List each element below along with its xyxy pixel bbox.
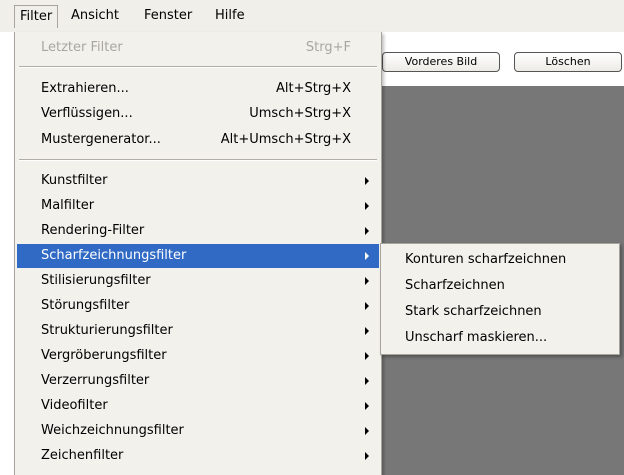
menu-item-verfluessigen[interactable]: Verflüssigen... Umsch+Strg+X [17, 102, 379, 126]
submenu-item-konturen-scharfzeichnen[interactable]: Konturen scharfzeichnen [383, 247, 617, 272]
sharpen-submenu: Konturen scharfzeichnen Scharfzeichnen S… [380, 243, 620, 355]
menu-item-rendering-filter[interactable]: Rendering-Filter [17, 219, 379, 243]
submenu-arrow-icon [365, 252, 369, 260]
menu-bar: Filter Ansicht Fenster Hilfe [0, 0, 624, 32]
submenu-item-stark-scharfzeichnen[interactable]: Stark scharfzeichnen [383, 299, 617, 324]
menu-item-vergroeberungsfilter[interactable]: Vergröberungsfilter [17, 344, 379, 368]
menu-item-malfilter[interactable]: Malfilter [17, 194, 379, 218]
submenu-arrow-icon [365, 352, 369, 360]
menu-item-zeichenfilter[interactable]: Zeichenfilter [17, 444, 379, 468]
menu-filter[interactable]: Filter [14, 5, 59, 28]
menu-item-strukturierungsfilter[interactable]: Strukturierungsfilter [17, 319, 379, 343]
submenu-arrow-icon [365, 377, 369, 385]
submenu-arrow-icon [365, 402, 369, 410]
menu-item-scharfzeichnungsfilter[interactable]: Scharfzeichnungsfilter [17, 244, 379, 268]
delete-button[interactable]: Löschen [514, 52, 622, 72]
submenu-item-scharfzeichnen[interactable]: Scharfzeichnen [383, 273, 617, 298]
submenu-arrow-icon [365, 202, 369, 210]
menu-ansicht[interactable]: Ansicht [66, 6, 124, 26]
submenu-arrow-icon [365, 277, 369, 285]
submenu-item-unscharf-maskieren[interactable]: Unscharf maskieren... [383, 325, 617, 350]
menu-item-extrahieren[interactable]: Extrahieren... Alt+Strg+X [17, 77, 379, 101]
submenu-arrow-icon [365, 177, 369, 185]
menu-item-mustergenerator[interactable]: Mustergenerator... Alt+Umsch+Strg+X [17, 128, 379, 152]
menu-item-kunstfilter[interactable]: Kunstfilter [17, 169, 379, 193]
filter-menu: Letzter Filter Strg+F Extrahieren... Alt… [14, 32, 382, 475]
menu-item-videofilter[interactable]: Videofilter [17, 394, 379, 418]
menu-hilfe[interactable]: Hilfe [210, 6, 250, 26]
submenu-arrow-icon [365, 227, 369, 235]
menu-item-weichzeichnungsfilter[interactable]: Weichzeichnungsfilter [17, 419, 379, 443]
menu-separator [19, 159, 377, 161]
submenu-arrow-icon [365, 427, 369, 435]
menu-item-letzter-filter: Letzter Filter Strg+F [41, 40, 351, 55]
menu-item-stilisierungsfilter[interactable]: Stilisierungsfilter [17, 269, 379, 293]
submenu-arrow-icon [365, 302, 369, 310]
menu-fenster[interactable]: Fenster [139, 6, 197, 26]
menu-item-stoerungsfilter[interactable]: Störungsfilter [17, 294, 379, 318]
menu-item-verzerrungsfilter[interactable]: Verzerrungsfilter [17, 369, 379, 393]
submenu-arrow-icon [365, 327, 369, 335]
submenu-arrow-icon [365, 452, 369, 460]
front-image-button[interactable]: Vorderes Bild [382, 52, 500, 72]
menu-separator [19, 66, 377, 68]
